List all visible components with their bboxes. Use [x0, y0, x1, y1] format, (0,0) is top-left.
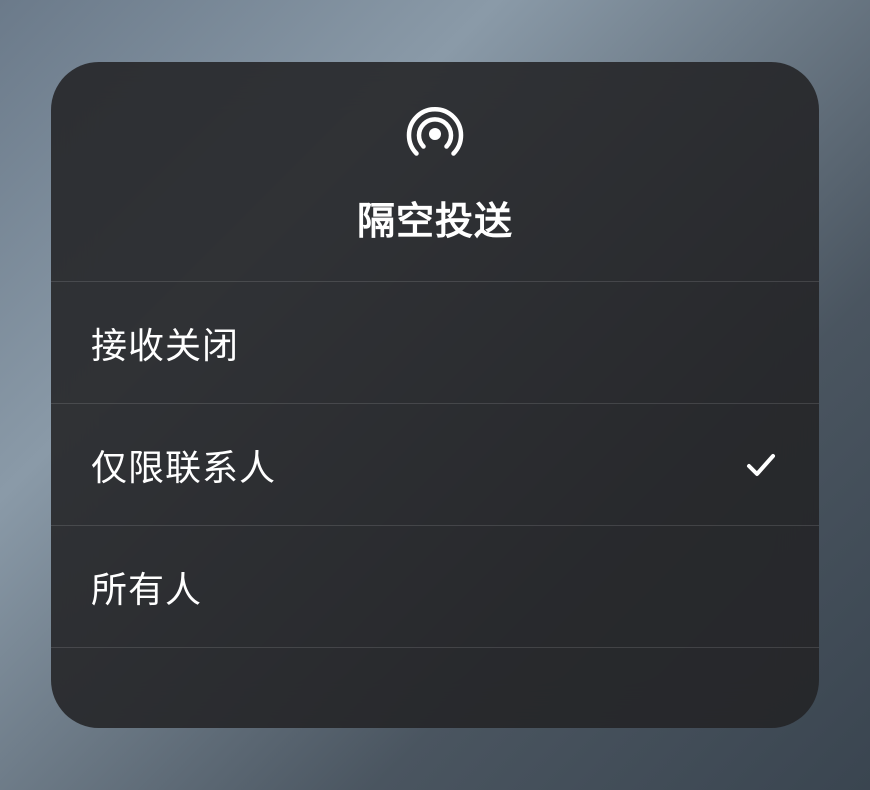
airdrop-icon	[403, 102, 467, 166]
option-everyone[interactable]: 所有人	[51, 526, 819, 648]
panel-header: 隔空投送	[51, 62, 819, 282]
checkmark-icon	[743, 447, 779, 483]
options-list: 接收关闭 仅限联系人 所有人	[51, 282, 819, 648]
airdrop-panel: 隔空投送 接收关闭 仅限联系人 所有人	[51, 62, 819, 728]
option-label: 仅限联系人	[91, 439, 276, 491]
option-contacts-only[interactable]: 仅限联系人	[51, 404, 819, 526]
option-receiving-off[interactable]: 接收关闭	[51, 282, 819, 404]
option-label: 所有人	[91, 561, 202, 613]
bottom-spacer	[51, 648, 819, 728]
panel-title: 隔空投送	[357, 190, 513, 245]
option-label: 接收关闭	[91, 317, 239, 369]
